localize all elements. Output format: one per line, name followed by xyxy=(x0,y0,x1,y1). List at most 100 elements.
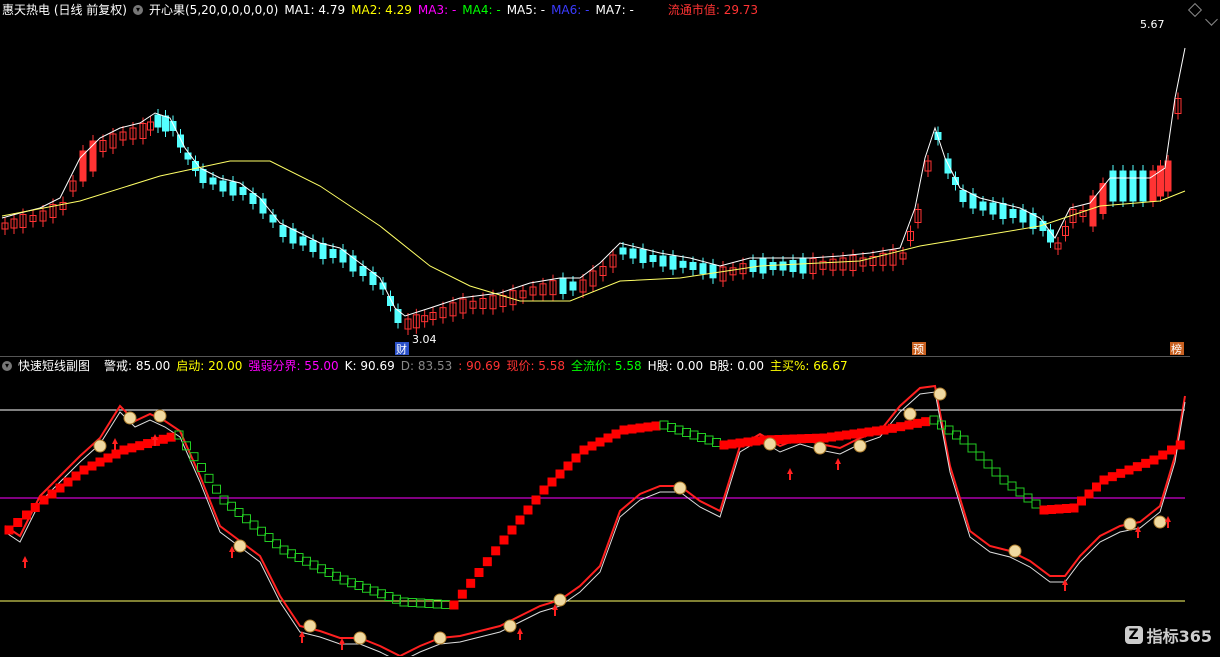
candle xyxy=(319,243,327,259)
step-block xyxy=(135,441,145,451)
money-bag-icon xyxy=(763,437,777,451)
step-block xyxy=(944,425,954,435)
dropdown-icon[interactable]: ▾ xyxy=(2,361,12,371)
step-block xyxy=(539,485,549,495)
step-block xyxy=(1047,505,1056,514)
step-block xyxy=(362,583,371,593)
step-block xyxy=(967,443,977,453)
candle xyxy=(769,262,777,270)
step-block xyxy=(991,467,1001,477)
step-block xyxy=(842,430,851,440)
step-block xyxy=(531,495,541,505)
scroll-arrow-icon[interactable] xyxy=(1205,13,1218,26)
watermark: Z 指标365 xyxy=(1124,623,1212,647)
step-block xyxy=(651,421,661,431)
step-block xyxy=(369,586,379,596)
step-block xyxy=(1007,481,1017,491)
sub-header: ▾ 快速短线副图 警戒: 85.00 启动: 20.00 强弱分界: 55.00… xyxy=(0,356,848,376)
step-block xyxy=(682,428,691,437)
candle xyxy=(989,202,997,215)
candle xyxy=(629,248,637,259)
money-bag-icon xyxy=(903,407,917,421)
step-block xyxy=(1116,468,1126,478)
step-block xyxy=(611,429,621,439)
sub-item: D: 83.53 xyxy=(400,359,453,373)
step-block xyxy=(704,435,714,445)
step-block xyxy=(1092,482,1101,492)
up-arrow-icon xyxy=(22,556,28,568)
step-block xyxy=(4,525,14,535)
money-bag-icon xyxy=(233,539,247,553)
candle xyxy=(249,193,257,204)
candle xyxy=(219,180,227,192)
step-block xyxy=(158,434,168,444)
candle xyxy=(689,262,697,270)
event-marker: 榜 xyxy=(1171,342,1182,356)
step-block xyxy=(79,465,89,475)
step-block xyxy=(849,429,859,439)
money-bag-icon xyxy=(433,631,447,645)
step-block xyxy=(912,418,922,428)
step-block xyxy=(287,549,296,559)
candle xyxy=(1109,170,1117,202)
step-block xyxy=(635,423,645,433)
step-block xyxy=(555,469,565,479)
step-block xyxy=(1132,462,1142,472)
step-block xyxy=(407,598,417,607)
logo-icon: Z xyxy=(1124,626,1143,644)
diamond-icon[interactable] xyxy=(1187,2,1203,18)
sub-item: K: 90.69 xyxy=(344,359,395,373)
money-bag-icon xyxy=(123,411,137,425)
price-chart[interactable]: 5.67 3.04 财 预 榜 xyxy=(0,16,1190,356)
step-block xyxy=(204,473,214,483)
up-arrow-icon xyxy=(1165,516,1171,528)
oscillator-chart[interactable] xyxy=(0,376,1200,656)
sub-item: 现价: 5.58 xyxy=(506,359,566,373)
step-block xyxy=(627,424,637,434)
high-price-label: 5.67 xyxy=(1140,18,1165,31)
candle xyxy=(669,255,677,270)
money-bag-icon xyxy=(353,631,367,645)
step-block xyxy=(234,508,244,517)
step-block xyxy=(30,503,40,512)
step-block xyxy=(712,438,721,447)
step-block xyxy=(127,443,137,453)
step-block xyxy=(1107,472,1117,482)
step-block xyxy=(827,432,836,442)
step-block xyxy=(212,484,221,494)
step-block xyxy=(324,568,334,577)
step-block xyxy=(864,427,874,437)
step-block xyxy=(317,564,326,574)
candle xyxy=(1139,170,1147,202)
candle xyxy=(199,169,207,183)
step-block xyxy=(743,437,753,447)
step-block xyxy=(332,571,341,581)
candle xyxy=(619,247,627,255)
money-bag-icon xyxy=(153,409,167,423)
candle xyxy=(309,240,317,252)
step-block xyxy=(347,578,356,588)
step-block xyxy=(119,445,129,455)
step-block xyxy=(547,477,557,487)
money-bag-icon xyxy=(933,387,947,401)
step-block xyxy=(697,433,706,442)
up-arrow-icon xyxy=(1062,579,1068,591)
step-block xyxy=(579,445,589,455)
step-block xyxy=(197,463,206,472)
step-block xyxy=(55,483,65,493)
step-block xyxy=(309,560,319,570)
candle xyxy=(184,152,192,160)
step-block xyxy=(474,568,484,577)
dropdown-icon[interactable]: ▾ xyxy=(133,5,143,15)
sub-indicator-name[interactable]: 快速短线副图 xyxy=(18,356,90,376)
step-block xyxy=(619,425,629,435)
candle xyxy=(699,263,707,275)
step-block xyxy=(789,434,799,444)
candle xyxy=(659,255,667,267)
step-block xyxy=(257,526,266,536)
step-block xyxy=(302,556,311,566)
step-block xyxy=(111,449,121,459)
step-block xyxy=(441,600,451,609)
step-block xyxy=(482,557,492,567)
candle xyxy=(177,134,184,148)
